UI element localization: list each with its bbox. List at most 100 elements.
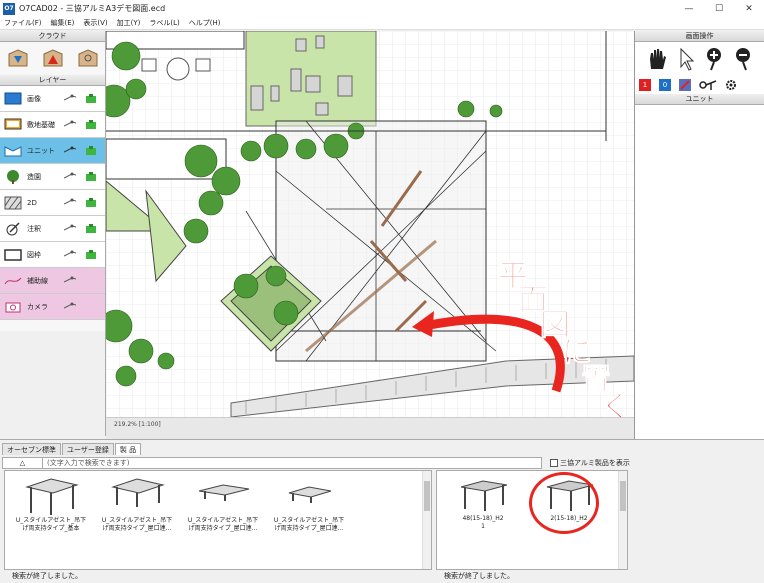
app-icon: O7: [3, 2, 15, 15]
right-panel: 画面操作 1 0 ユニット: [634, 31, 764, 439]
lock-icon[interactable]: [86, 250, 96, 260]
tab-products[interactable]: 製 品: [114, 443, 142, 455]
layer-row-frame[interactable]: 図枠: [0, 242, 105, 268]
list-item[interactable]: U_スタイルアゼスト_吊下 げ両支持タイプ_基本: [9, 475, 93, 533]
lock-icon[interactable]: [86, 172, 96, 182]
no-select-icon[interactable]: [679, 79, 691, 91]
visibility-icon[interactable]: [64, 146, 76, 154]
lock-icon[interactable]: [86, 146, 96, 156]
minimize-button[interactable]: —: [674, 0, 704, 17]
layer-zero-badge[interactable]: 0: [659, 79, 671, 91]
pergola-thumbnail-icon: [288, 486, 332, 503]
layer-row-site[interactable]: 敷地基礎: [0, 112, 105, 138]
plan-drawing: [106, 31, 634, 417]
list-item[interactable]: U_スタイルアゼスト_吊下 げ両支持タイプ_屋口連...: [267, 475, 351, 533]
product-list-right: 48(15-18)_H2 1 2(15-18)_H2: [436, 470, 628, 570]
settings-gear-icon[interactable]: [725, 79, 737, 91]
pergola-thumbnail-icon: [111, 478, 165, 507]
product-list-left: U_スタイルアゼスト_吊下 げ両支持タイプ_基本 U_スタイルアゼスト_吊下 げ…: [4, 470, 432, 570]
layer-label: ユニット: [27, 146, 55, 155]
right-list-scrollbar[interactable]: [618, 471, 627, 569]
layer-label: 補助線: [27, 276, 48, 285]
layer-label: 造園: [27, 172, 41, 181]
pointer-arrow-icon[interactable]: [678, 47, 694, 71]
cloud-box-button[interactable]: [75, 47, 101, 71]
list-item[interactable]: U_スタイルアゼスト_吊下 げ両支持タイプ_屋口連...: [95, 475, 179, 533]
zoom-in-icon[interactable]: [705, 47, 723, 71]
visibility-icon[interactable]: [64, 276, 76, 284]
close-button[interactable]: ✕: [734, 0, 764, 17]
measure-icon[interactable]: [699, 79, 717, 91]
layer-label: 敷地基礎: [27, 120, 55, 129]
folder-up-button[interactable]: △: [3, 458, 43, 468]
menu-bar: ファイル(F) 編集(E) 表示(V) 加工(Y) ラベル(L) ヘルプ(H): [0, 17, 764, 30]
hand-pan-icon[interactable]: [647, 47, 667, 71]
landscape-tree-icon: [4, 169, 22, 184]
menu-view[interactable]: 表示(V): [83, 18, 107, 28]
lock-icon[interactable]: [86, 198, 96, 208]
tab-bar: オーセブン標準 ユーザー登録 製 品: [2, 443, 142, 455]
layer-row-guide[interactable]: 補助線: [0, 268, 105, 294]
lock-icon[interactable]: [86, 94, 96, 104]
layer-label: 注釈: [27, 224, 41, 233]
scrollbar-thumb[interactable]: [620, 481, 626, 511]
visibility-icon[interactable]: [64, 250, 76, 258]
layer-row-image[interactable]: 画像: [0, 86, 105, 112]
hatch-2d-icon: [4, 196, 22, 210]
item-label-line1: U_スタイルアゼスト_吊下: [273, 517, 345, 524]
visibility-icon[interactable]: [64, 120, 76, 128]
menu-help[interactable]: ヘルプ(H): [189, 18, 221, 28]
camera-icon: [4, 300, 22, 314]
maximize-button[interactable]: ☐: [704, 0, 734, 17]
menu-process[interactable]: 加工(Y): [117, 18, 141, 28]
visibility-icon[interactable]: [64, 224, 76, 232]
scrollbar-thumb[interactable]: [424, 481, 430, 511]
view-toolbar-2: 1 0: [635, 76, 764, 94]
cloud-upload-icon: [43, 48, 62, 66]
visibility-icon[interactable]: [64, 94, 76, 102]
layer-row-landscape[interactable]: 造園: [0, 164, 105, 190]
item-label-line2: げ両支持タイプ_屋口連...: [188, 525, 258, 532]
cloud-upload-button[interactable]: [40, 47, 66, 71]
menu-edit[interactable]: 編集(E): [51, 18, 75, 28]
cloud-toolbar: [0, 42, 105, 75]
layer-row-camera[interactable]: カメラ: [0, 294, 105, 320]
view-operation-header: 画面操作: [635, 31, 764, 42]
status-left: 検索が終了しました。: [12, 572, 82, 580]
layer-one-badge[interactable]: 1: [639, 79, 651, 91]
unit-header: ユニット: [635, 94, 764, 105]
zoom-scale-label: 219.2% [1:100]: [114, 421, 161, 428]
layer-label: カメラ: [27, 302, 48, 311]
cloud-download-button[interactable]: [5, 47, 31, 71]
lock-icon[interactable]: [86, 120, 96, 130]
layer-row-annotation[interactable]: 注釈: [0, 216, 105, 242]
tab-o7-standard[interactable]: オーセブン標準: [2, 443, 61, 455]
visibility-icon[interactable]: [64, 172, 76, 180]
list-item[interactable]: 48(15-18)_H2 1: [441, 475, 525, 531]
search-bar: △ (文字入力で検索できます): [2, 457, 542, 469]
drawing-canvas[interactable]: [106, 31, 634, 417]
item-label-line1: 48(15-18)_H2: [462, 515, 504, 522]
item-label-line2: げ両支持タイプ_屋口連...: [274, 525, 344, 532]
annotation-icon: [4, 221, 22, 236]
layer-row-unit[interactable]: ユニット: [0, 138, 105, 164]
highlight-circle: [529, 472, 599, 534]
lock-icon[interactable]: [86, 224, 96, 234]
list-item[interactable]: U_スタイルアゼスト_吊下 げ両支持タイプ_屋口連...: [181, 475, 265, 533]
image-layer-icon: [4, 92, 22, 106]
layer-row-2d[interactable]: 2D: [0, 190, 105, 216]
search-input[interactable]: (文字入力で検索できます): [43, 458, 129, 468]
visibility-icon[interactable]: [64, 302, 76, 310]
left-panel: クラウド レイヤー 画像 敷地基礎 ユニット 造園 2D 注釈 図枠 補助線 カ…: [0, 31, 106, 331]
item-label-line1: U_スタイルアゼスト_吊下: [15, 517, 87, 524]
left-list-scrollbar[interactable]: [422, 471, 431, 569]
item-label-line2: げ両支持タイプ_屋口連...: [102, 525, 172, 532]
show-product-toggle[interactable]: 三協アルミ製品を表示: [550, 458, 630, 468]
menu-label[interactable]: ラベル(L): [149, 18, 179, 28]
zoom-out-icon[interactable]: [734, 47, 752, 71]
item-label-line2: 1: [481, 523, 485, 530]
menu-file[interactable]: ファイル(F): [4, 18, 42, 28]
show-product-checkbox[interactable]: [550, 459, 558, 467]
tab-user-registered[interactable]: ユーザー登録: [62, 443, 114, 455]
visibility-icon[interactable]: [64, 198, 76, 206]
